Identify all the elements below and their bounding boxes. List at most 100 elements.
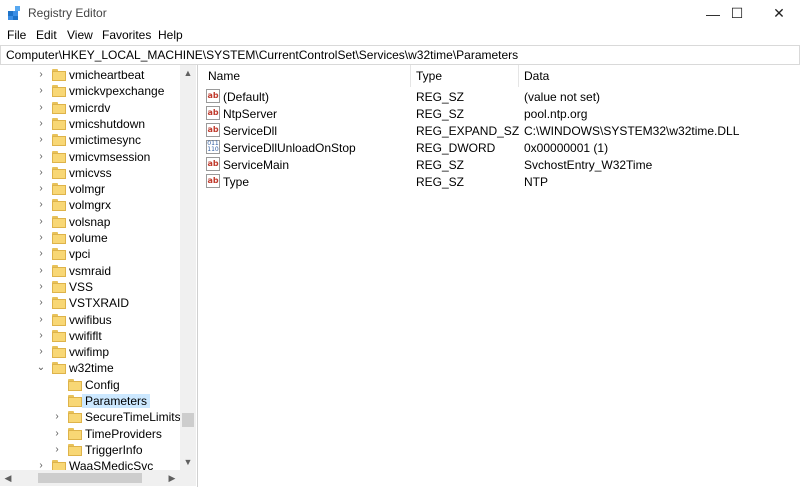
menu-help[interactable]: Help — [158, 28, 183, 42]
folder-icon — [68, 411, 82, 424]
binary-value-icon: 011 110 — [206, 140, 220, 154]
chevron-right-icon[interactable]: › — [36, 182, 46, 196]
list-row[interactable]: ab (Default) REG_SZ (value not set) — [201, 88, 800, 105]
scroll-left-button[interactable]: ◀ — [0, 470, 16, 486]
chevron-right-icon[interactable]: › — [36, 280, 46, 294]
scroll-up-button[interactable]: ▲ — [180, 65, 196, 81]
list-row[interactable]: ab Type REG_SZ NTP — [201, 173, 800, 190]
tree-item[interactable]: Config — [0, 377, 180, 393]
tree-item[interactable]: › vmicvmsession — [0, 149, 180, 165]
column-divider[interactable] — [410, 65, 411, 87]
tree-item[interactable]: › volume — [0, 230, 180, 246]
chevron-right-icon[interactable]: › — [36, 215, 46, 229]
tree-item[interactable]: ⌄ w32time — [0, 360, 180, 376]
tree-item-label: vwififlt — [69, 328, 102, 343]
tree-item[interactable]: › vwifibus — [0, 312, 180, 328]
tree-item[interactable]: › vmickvpexchange — [0, 83, 180, 99]
chevron-right-icon[interactable]: › — [36, 68, 46, 82]
chevron-right-icon[interactable]: › — [36, 345, 46, 359]
tree-item[interactable]: › vwififlt — [0, 328, 180, 344]
tree-item[interactable]: › vmicrdv — [0, 100, 180, 116]
chevron-right-icon[interactable]: › — [36, 117, 46, 131]
tree-item-label: SecureTimeLimits — [85, 410, 181, 425]
chevron-right-icon[interactable]: › — [36, 296, 46, 310]
folder-icon — [52, 346, 66, 359]
value-data: NTP — [524, 175, 548, 189]
chevron-right-icon[interactable]: › — [36, 166, 46, 180]
chevron-right-icon[interactable]: › — [52, 443, 62, 457]
chevron-right-icon[interactable]: › — [36, 313, 46, 327]
chevron-right-icon[interactable]: › — [36, 84, 46, 98]
tree-item[interactable]: › vpci — [0, 246, 180, 262]
menu-favorites[interactable]: Favorites — [102, 28, 151, 42]
tree-item[interactable]: › TriggerInfo — [0, 442, 180, 458]
chevron-right-icon[interactable]: › — [36, 101, 46, 115]
tree-item[interactable]: Parameters — [0, 393, 180, 409]
tree-item[interactable]: › vsmraid — [0, 263, 180, 279]
folder-icon — [52, 150, 66, 163]
maximize-button[interactable]: ☐ — [714, 0, 760, 27]
column-header-name[interactable]: Name — [208, 65, 240, 87]
tree-item[interactable]: › vmicheartbeat — [0, 67, 180, 83]
tree-item[interactable]: › vmicvss — [0, 165, 180, 181]
chevron-right-icon[interactable]: › — [36, 247, 46, 261]
folder-icon — [52, 329, 66, 342]
tree-item[interactable]: › volmgr — [0, 181, 180, 197]
scroll-down-button[interactable]: ▼ — [180, 454, 196, 470]
folder-icon — [52, 183, 66, 196]
folder-icon — [52, 232, 66, 244]
vertical-scroll-thumb[interactable] — [182, 413, 194, 427]
folder-icon — [68, 378, 82, 391]
list-row[interactable]: 011 110 ServiceDllUnloadOnStop REG_DWORD 0x… — [201, 139, 800, 156]
tree-item-label: vmicheartbeat — [69, 68, 145, 82]
tree-item[interactable]: › volsnap — [0, 214, 180, 230]
chevron-right-icon[interactable]: › — [36, 231, 46, 245]
scroll-right-button[interactable]: ▶ — [164, 470, 180, 486]
list-row[interactable]: ab ServiceMain REG_SZ SvchostEntry_W32Time — [201, 156, 800, 173]
address-path[interactable]: Computer\HKEY_LOCAL_MACHINE\SYSTEM\Curre… — [6, 48, 518, 62]
tree-item[interactable]: › VSTXRAID — [0, 295, 180, 311]
tree-item[interactable]: › TimeProviders — [0, 426, 180, 442]
key-tree: › vmicheartbeat › vmickvpexchange › vmicrdv › v… — [0, 65, 198, 487]
tree-horizontal-scrollbar[interactable]: ◀ ▶ — [0, 470, 180, 486]
chevron-right-icon[interactable]: › — [36, 264, 46, 278]
column-header-data[interactable]: Data — [524, 65, 549, 87]
menu-view[interactable]: View — [67, 28, 93, 42]
menu-edit[interactable]: Edit — [36, 28, 57, 42]
value-name: ServiceMain — [223, 158, 290, 172]
chevron-right-icon[interactable]: › — [36, 329, 46, 343]
chevron-right-icon[interactable]: › — [36, 198, 46, 212]
column-header-type[interactable]: Type — [416, 65, 442, 87]
tree-item[interactable]: › volmgrx — [0, 197, 180, 213]
tree-item-label: vwifimp — [69, 345, 110, 360]
horizontal-scroll-thumb[interactable] — [38, 473, 142, 483]
list-row[interactable]: ab NtpServer REG_SZ pool.ntp.org — [201, 105, 800, 122]
list-row[interactable]: ab ServiceDll REG_EXPAND_SZ C:\WINDOWS\SYST… — [201, 122, 800, 139]
chevron-right-icon[interactable]: › — [52, 410, 62, 424]
tree-item[interactable]: › vwifimp — [0, 344, 180, 360]
menu-file[interactable]: File — [7, 28, 26, 42]
tree-item[interactable]: › vmictimesync — [0, 132, 180, 148]
value-type: REG_SZ — [416, 175, 465, 189]
value-data: SvchostEntry_W32Time — [524, 158, 653, 172]
value-type: REG_SZ — [416, 90, 465, 104]
chevron-right-icon[interactable]: › — [36, 133, 46, 147]
chevron-down-icon[interactable]: ⌄ — [36, 361, 46, 375]
scroll-right-icon: ▶ — [168, 472, 176, 483]
chevron-right-icon[interactable]: › — [36, 150, 46, 164]
value-data: C:\WINDOWS\SYSTEM32\w32time.DLL — [524, 124, 740, 138]
column-divider[interactable] — [518, 65, 519, 87]
address-bar[interactable]: Computer\HKEY_LOCAL_MACHINE\SYSTEM\Curre… — [0, 45, 800, 65]
tree-item-label: w32time — [69, 361, 114, 376]
tree-item-label: volmgrx — [69, 198, 112, 213]
tree-item[interactable]: › SecureTimeLimits — [0, 409, 180, 425]
tree-item[interactable]: › vmicshutdown — [0, 116, 180, 132]
value-name: ServiceDllUnloadOnStop — [223, 141, 356, 155]
folder-icon — [52, 134, 66, 147]
tree-item-label: TriggerInfo — [85, 442, 143, 457]
chevron-right-icon[interactable]: › — [52, 427, 62, 441]
tree-item[interactable]: › VSS — [0, 279, 180, 295]
tree-vertical-scrollbar[interactable]: ▲ ▼ — [180, 65, 196, 470]
close-button[interactable]: ✕ — [756, 0, 800, 27]
folder-icon — [52, 297, 66, 310]
